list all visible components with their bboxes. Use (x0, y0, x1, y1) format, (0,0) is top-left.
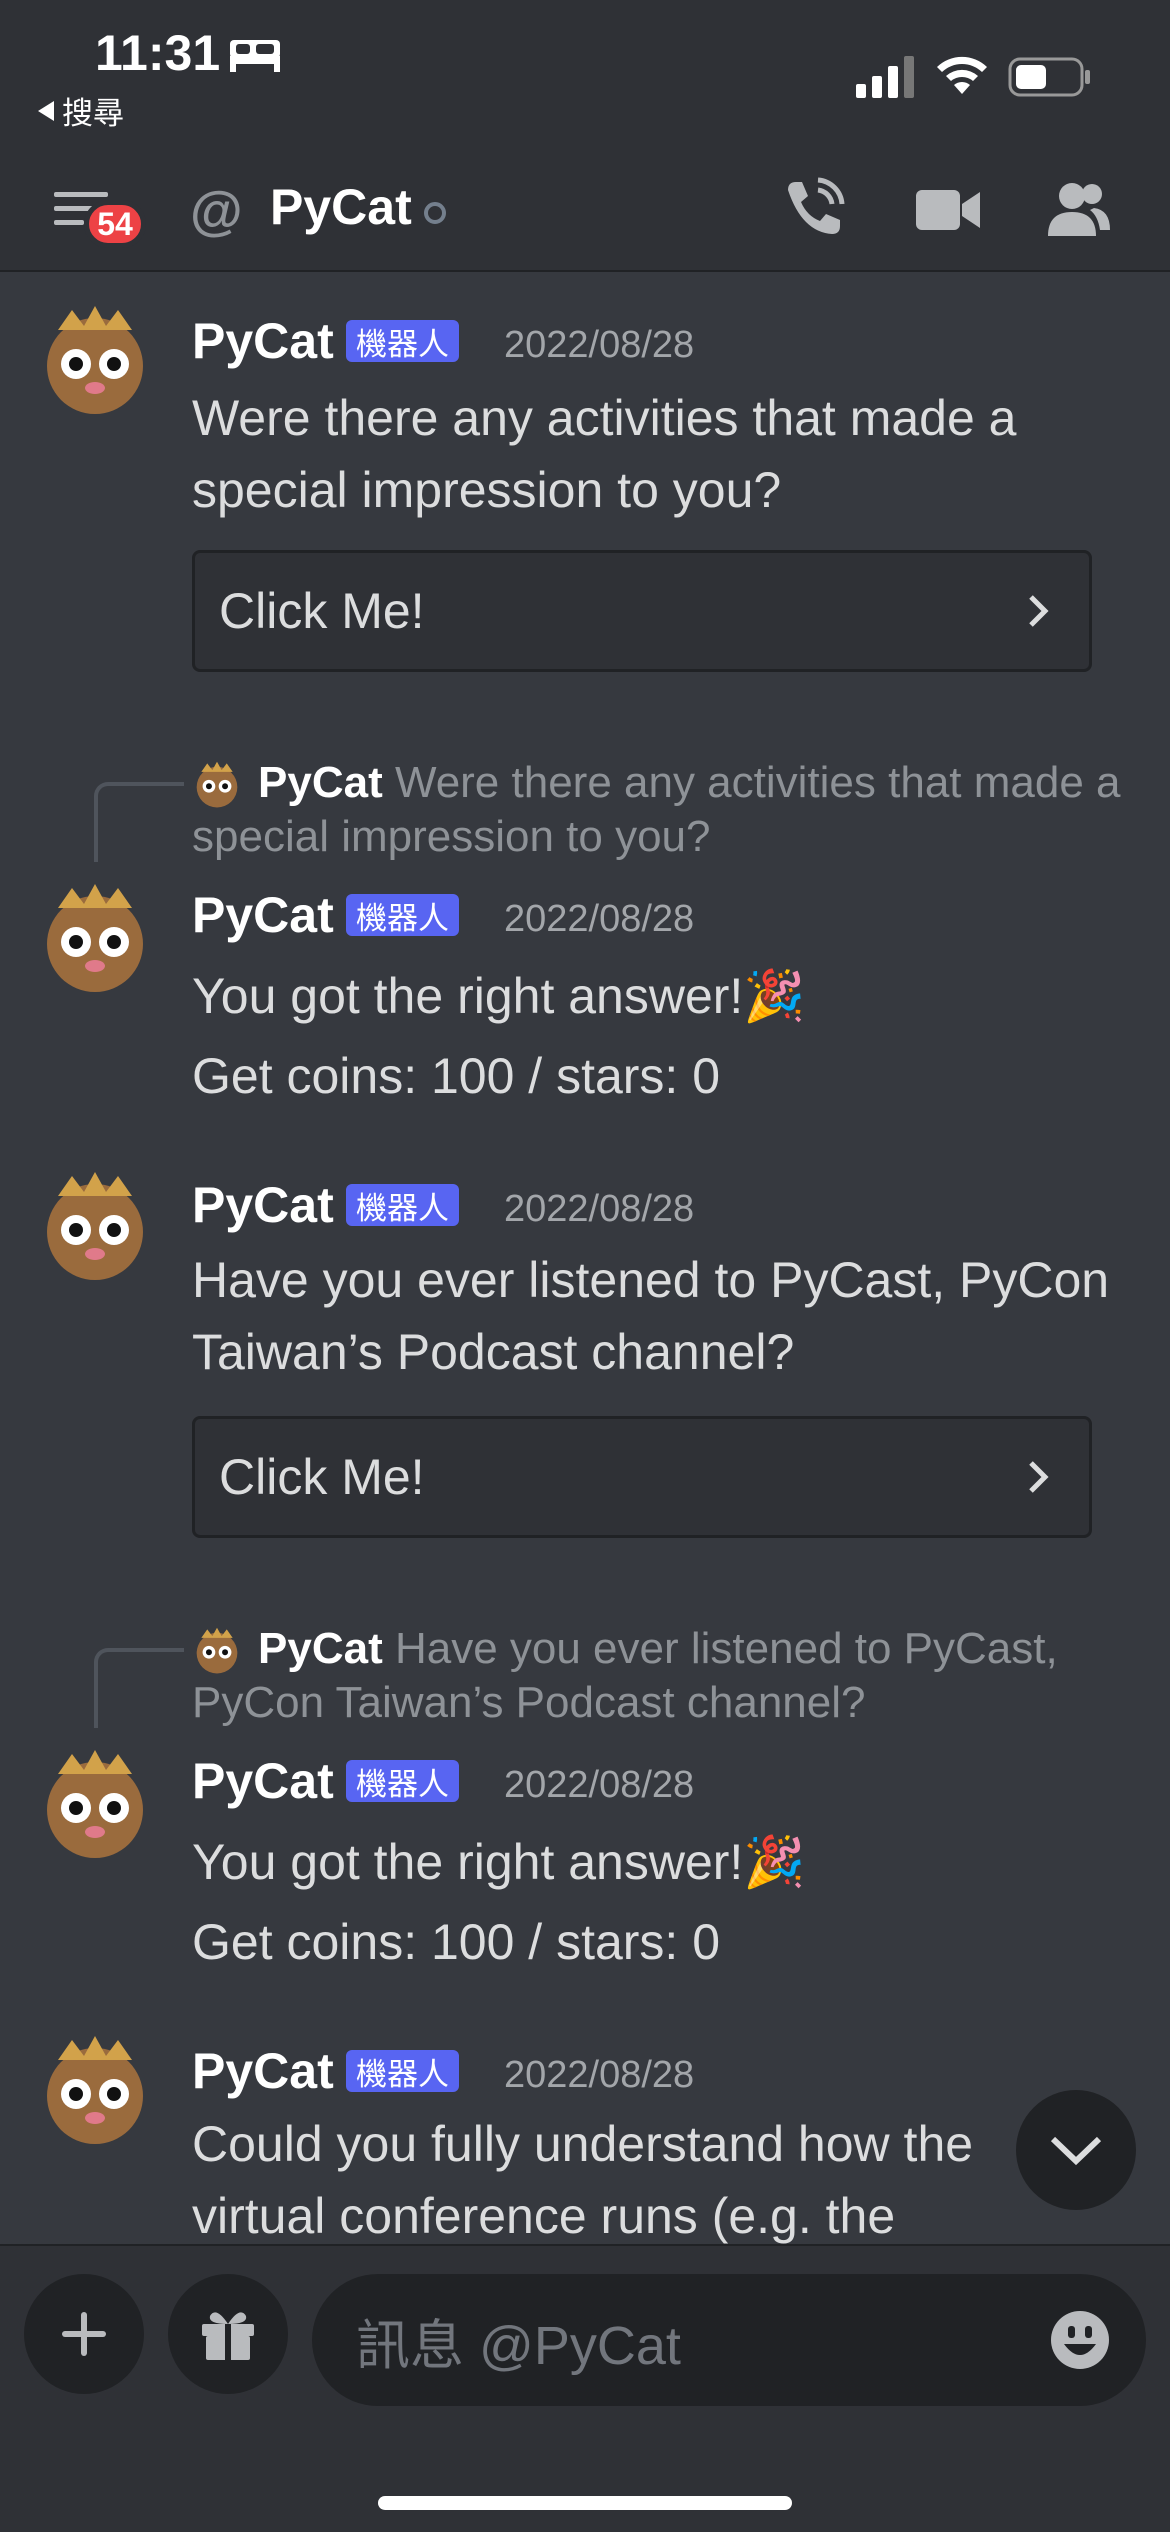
message-text-line: Get coins: 100 / stars: 0 (192, 1914, 721, 1970)
message-timestamp: 2022/08/28 (504, 898, 695, 940)
bot-tag: 機器人 (346, 320, 459, 362)
message-list[interactable]: PyCat 機器人 2022/08/28 Were there any acti… (0, 272, 1170, 2244)
message-text: Were there any activities that made a sp… (192, 390, 1017, 518)
message-timestamp: 2022/08/28 (504, 1188, 695, 1230)
message-composer: 訊息 @PyCat (0, 2244, 1170, 2532)
click-me-label: Click Me! (219, 583, 425, 639)
message-input-placeholder: 訊息 @PyCat (356, 2315, 681, 2376)
home-indicator[interactable] (378, 2496, 792, 2510)
click-me-label: Click Me! (219, 1449, 425, 1505)
reply-preview[interactable]: PyCat Were there any activities that mad… (192, 756, 1122, 864)
message-author[interactable]: PyCat (192, 312, 334, 370)
bot-tag: 機器人 (346, 1760, 459, 1802)
back-search-label: 搜尋 (62, 96, 124, 131)
status-time: 11:31 (95, 25, 221, 81)
voice-call-icon[interactable] (780, 176, 846, 242)
bot-tag: 機器人 (346, 2050, 459, 2092)
reply-author: PyCat (258, 1624, 383, 1673)
avatar[interactable] (36, 302, 154, 420)
gift-button[interactable] (168, 2274, 288, 2394)
emoji-icon[interactable] (1048, 2308, 1112, 2372)
sleep-focus-icon (230, 40, 280, 72)
unread-badge: 54 (84, 200, 146, 248)
message-timestamp: 2022/08/28 (504, 2054, 695, 2096)
chevron-right-icon (1029, 1461, 1049, 1493)
status-bar: 11:31 搜尋 (0, 0, 1170, 150)
wifi-icon (937, 56, 987, 94)
reply-connector (94, 1648, 184, 1728)
offline-status-icon (424, 202, 446, 224)
avatar[interactable] (36, 2032, 154, 2150)
message-text: Have you ever listened to PyCast, PyCon … (192, 1252, 1110, 1380)
reply-connector (94, 782, 184, 862)
reply-author: PyCat (258, 758, 383, 807)
attach-button[interactable] (24, 2274, 144, 2394)
bot-tag: 機器人 (346, 894, 459, 936)
message-author[interactable]: PyCat (192, 1752, 334, 1810)
chevron-down-icon (1050, 2136, 1102, 2166)
message-author[interactable]: PyCat (192, 1176, 334, 1234)
battery-icon (1008, 57, 1090, 97)
avatar[interactable] (36, 1168, 154, 1286)
back-arrow-icon (38, 100, 54, 121)
jump-to-latest-button[interactable] (1016, 2090, 1136, 2210)
reply-preview[interactable]: PyCat Have you ever listened to PyCast, … (192, 1622, 1122, 1730)
avatar[interactable] (36, 1746, 154, 1864)
cellular-signal-icon (856, 56, 914, 98)
chevron-right-icon (1029, 595, 1049, 627)
message-author[interactable]: PyCat (192, 2042, 334, 2100)
message-text: Could you fully understand how the virtu… (192, 2116, 974, 2244)
message-timestamp: 2022/08/28 (504, 324, 695, 366)
gift-icon (202, 2312, 254, 2360)
video-call-icon[interactable] (916, 186, 982, 234)
back-to-search[interactable]: 搜尋 (38, 88, 124, 133)
message-text-line: You got the right answer!🎉 (192, 968, 806, 1024)
message-text-line: You got the right answer!🎉 (192, 1834, 806, 1890)
avatar[interactable] (36, 880, 154, 998)
message-text-line: Get coins: 100 / stars: 0 (192, 1048, 721, 1104)
dm-at-icon: @ (190, 181, 243, 241)
click-me-button[interactable]: Click Me! (192, 1416, 1092, 1538)
click-me-button[interactable]: Click Me! (192, 550, 1092, 672)
message-timestamp: 2022/08/28 (504, 1764, 695, 1806)
channel-title: PyCat (270, 179, 412, 235)
message-author[interactable]: PyCat (192, 886, 334, 944)
message-input[interactable]: 訊息 @PyCat (312, 2274, 1146, 2406)
bot-tag: 機器人 (346, 1184, 459, 1226)
plus-icon (62, 2312, 106, 2356)
members-icon[interactable] (1046, 180, 1112, 238)
channel-header: 54 @ PyCat (0, 150, 1170, 272)
